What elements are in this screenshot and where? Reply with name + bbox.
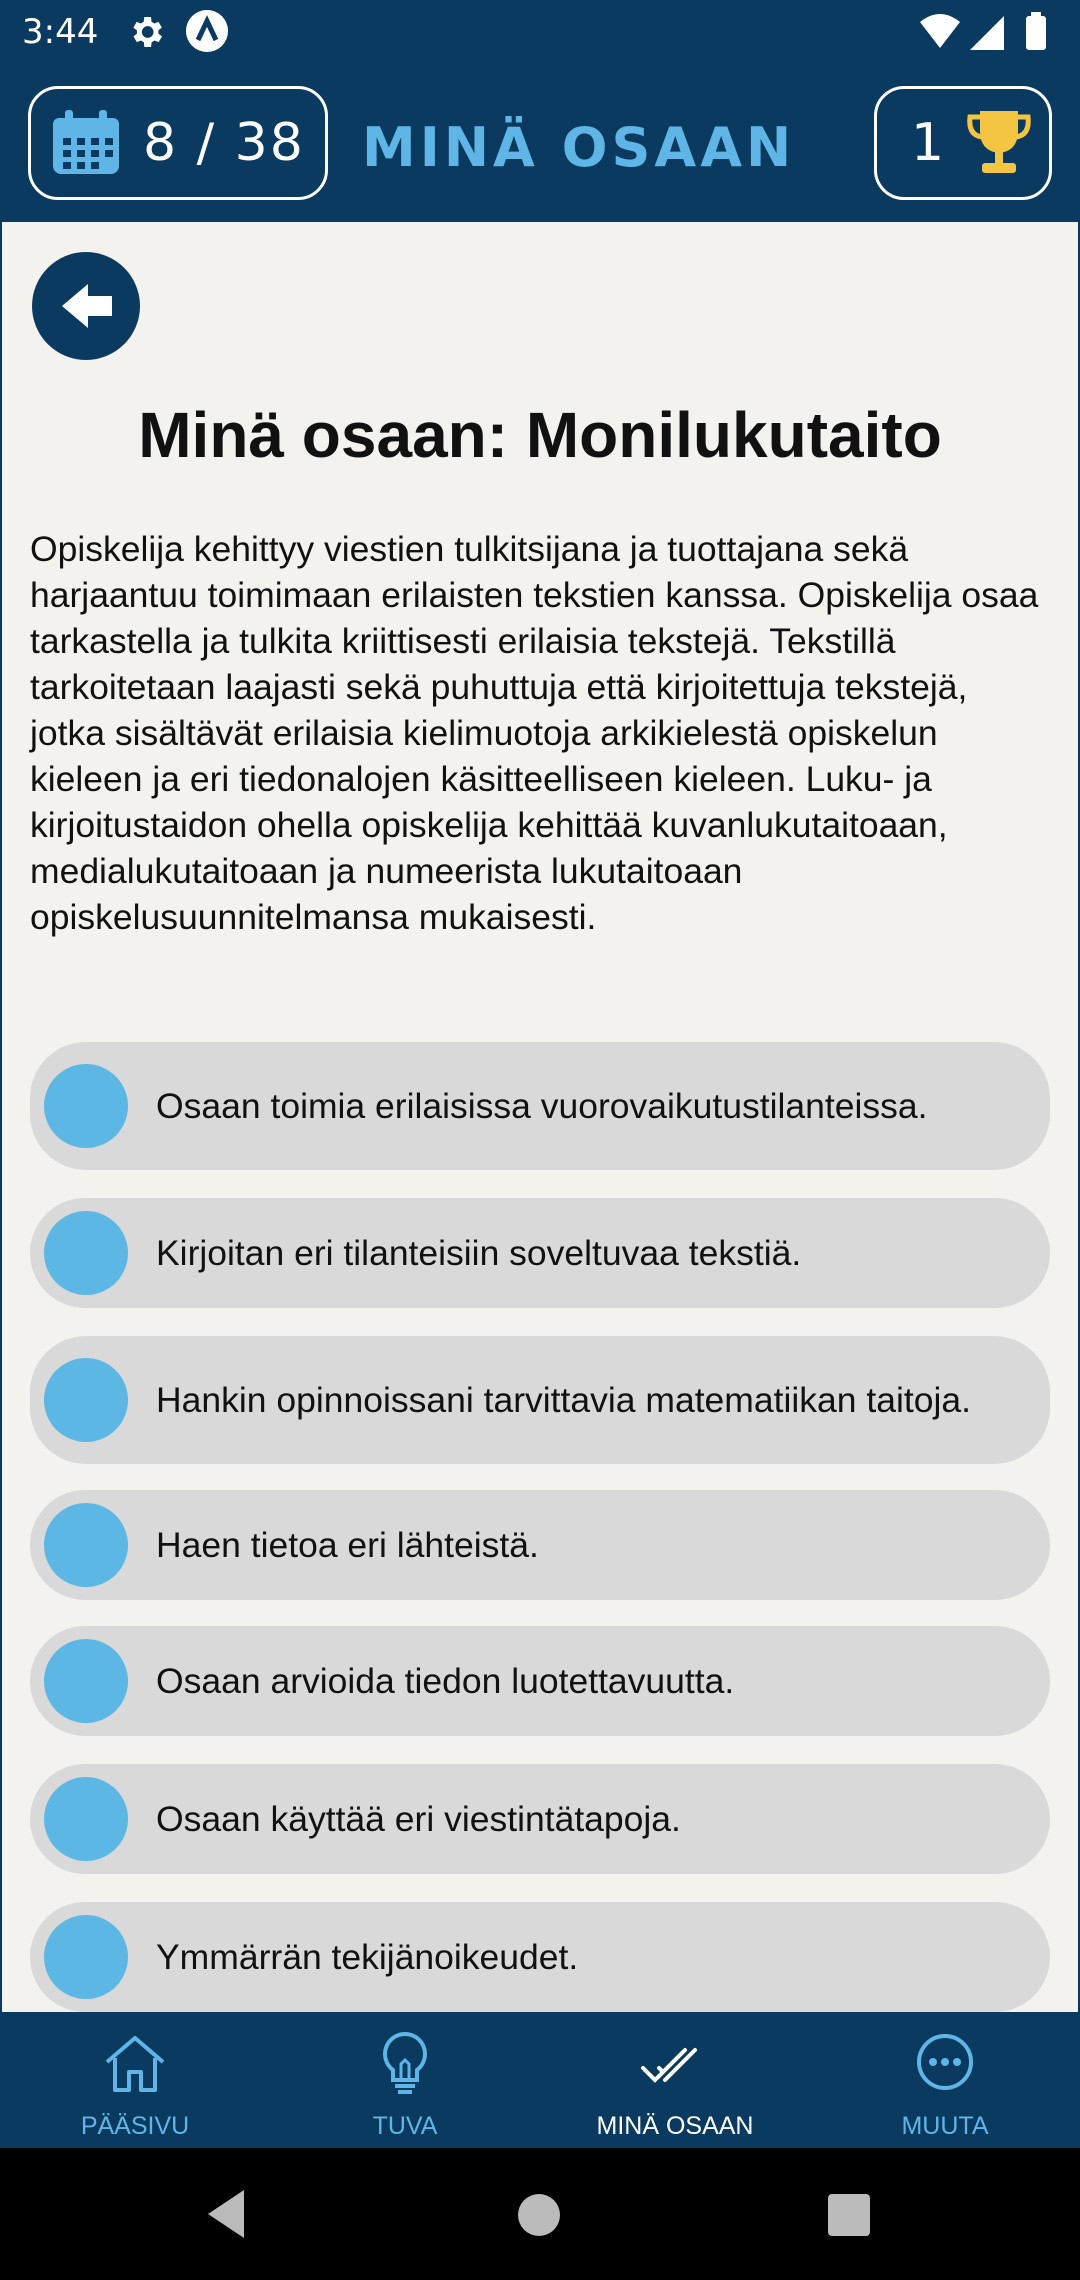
signal-icon (970, 16, 1004, 50)
status-time: 3:44 (22, 12, 99, 52)
nav-label: MUUTA (901, 2112, 989, 2140)
nav-label: TUVA (372, 2112, 438, 2140)
skill-item[interactable]: Kirjoitan eri tilanteisiin soveltuvaa te… (30, 1198, 1050, 1308)
skill-item[interactable]: Hankin opinnoissani tarvittavia matemati… (30, 1336, 1050, 1464)
battery-icon (1026, 16, 1046, 50)
skill-toggle[interactable] (44, 1503, 128, 1587)
system-recents-icon[interactable] (828, 2194, 870, 2236)
skill-label: Osaan arvioida tiedon luotettavuutta. (156, 1661, 735, 1701)
skill-label: Ymmärrän tekijänoikeudet. (156, 1937, 579, 1977)
double-check-icon (641, 2048, 697, 2083)
description-text: Opiskelija kehittyy viestien tulkitsijan… (30, 529, 1039, 937)
system-home-icon[interactable] (518, 2194, 560, 2236)
skill-toggle[interactable] (44, 1211, 128, 1295)
nav-item-muuta[interactable]: MUUTA (810, 2012, 1080, 2148)
skill-item[interactable]: Osaan arvioida tiedon luotettavuutta. (30, 1626, 1050, 1736)
skill-label: Hankin opinnoissani tarvittavia matemati… (156, 1380, 971, 1420)
calendar-icon (53, 110, 119, 174)
skill-label: Osaan toimia erilaisissa vuorovaikutusti… (156, 1086, 928, 1126)
content-area[interactable]: Minä osaan: Monilukutaito Opiskelija keh… (2, 222, 1078, 2012)
a-icon (186, 10, 228, 52)
skill-label: Haen tietoa eri lähteistä. (156, 1525, 539, 1565)
trophy-count: 1 (911, 113, 945, 173)
nav-item-mina-osaan[interactable]: MINÄ OSAAN (540, 2012, 810, 2148)
bottom-navigation: PÄÄSIVU TUVA MINÄ OSAAN MUUTA (0, 2012, 1080, 2148)
home-icon (105, 2036, 165, 2092)
progress-counter[interactable]: 8 / 38 (28, 86, 328, 200)
trophy-icon (967, 111, 1031, 173)
arrow-left-icon (62, 284, 112, 328)
back-button[interactable] (32, 252, 140, 360)
trophy-counter[interactable]: 1 (874, 86, 1052, 200)
skill-label: Osaan käyttää eri viestintätapoja. (156, 1799, 681, 1839)
gear-icon (133, 17, 162, 47)
page-title: Minä osaan: Monilukutaito (138, 399, 942, 471)
app-header: 8 / 38 MINÄ OSAAN 1 (0, 66, 1080, 222)
page-header-title: MINÄ OSAAN (362, 116, 796, 179)
skill-toggle[interactable] (44, 1777, 128, 1861)
progress-text: 8 / 38 (143, 113, 305, 173)
system-back-icon[interactable] (204, 2188, 248, 2240)
nav-item-paasivu[interactable]: PÄÄSIVU (0, 2012, 270, 2148)
skill-toggle[interactable] (44, 1639, 128, 1723)
skill-item[interactable]: Haen tietoa eri lähteistä. (30, 1490, 1050, 1600)
skill-toggle[interactable] (44, 1915, 128, 1999)
skill-label: Kirjoitan eri tilanteisiin soveltuvaa te… (156, 1233, 802, 1273)
nav-item-tuva[interactable]: TUVA (270, 2012, 540, 2148)
skill-toggle[interactable] (44, 1064, 128, 1148)
lightbulb-icon (383, 2031, 427, 2094)
status-bar: 3:44 (0, 0, 1080, 66)
system-navigation-bar (0, 2148, 1080, 2280)
skill-item[interactable]: Ymmärrän tekijänoikeudet. (30, 1902, 1050, 2012)
skill-item[interactable]: Osaan toimia erilaisissa vuorovaikutusti… (30, 1042, 1050, 1170)
wifi-icon (920, 14, 960, 48)
skill-toggle[interactable] (44, 1358, 128, 1442)
nav-label: MINÄ OSAAN (596, 2112, 754, 2140)
skill-item[interactable]: Osaan käyttää eri viestintätapoja. (30, 1764, 1050, 1874)
status-icons (920, 12, 1046, 50)
nav-label: PÄÄSIVU (80, 2112, 190, 2140)
more-icon (917, 2034, 973, 2090)
